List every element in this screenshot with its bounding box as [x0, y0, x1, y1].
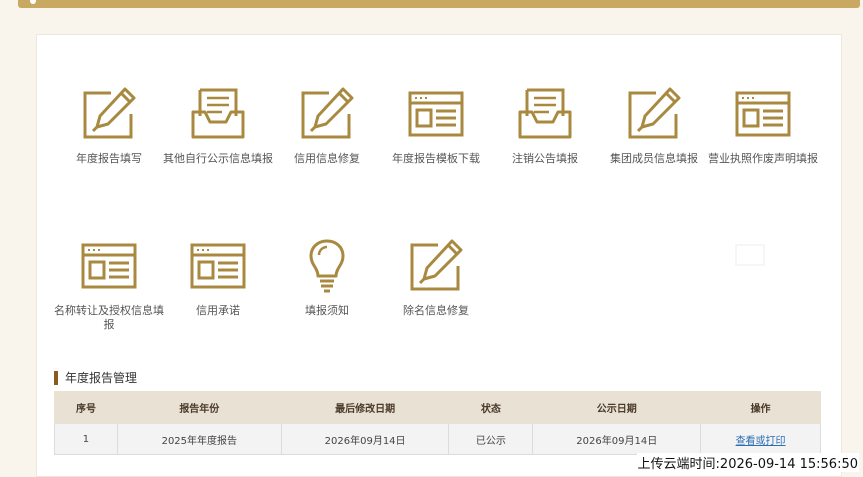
inbox-icon [191, 88, 245, 139]
lightbulb-icon [309, 239, 345, 293]
tile-label: 填报须知 [305, 304, 349, 317]
tile-label: 年度报告模板下载 [392, 152, 480, 165]
cell-status: 已公示 [448, 423, 534, 455]
tile-template-download[interactable]: 年度报告模板下载 [376, 86, 496, 166]
cell-published-date: 2026年09月14日 [532, 423, 702, 455]
tile-delisting-repair[interactable]: 除名信息修复 [376, 238, 496, 318]
cell-year: 2025年年度报告 [116, 423, 282, 455]
tile-license-void[interactable]: 营业执照作废声明填报 [703, 86, 823, 166]
cell-modified-date: 2026年09月14日 [280, 423, 450, 455]
window-icon [190, 243, 246, 289]
table-row: 1 2025年年度报告 2026年09月14日 已公示 2026年09月14日 … [54, 423, 821, 455]
tile-label: 名称转让及授权信息填报 [54, 304, 164, 331]
tile-filing-notes[interactable]: 填报须知 [267, 238, 387, 318]
tile-annual-report-fill[interactable]: 年度报告填写 [49, 86, 169, 166]
column-header: 操作 [700, 391, 821, 424]
edit-icon [410, 239, 463, 291]
tile-name-transfer[interactable]: 名称转让及授权信息填报 [49, 238, 169, 332]
tile-label: 除名信息修复 [403, 304, 469, 317]
view-print-link[interactable]: 查看或打印 [736, 436, 786, 447]
window-icon [81, 243, 137, 289]
tile-credit-commitment[interactable]: 信用承诺 [158, 238, 278, 318]
tile-label: 集团成员信息填报 [610, 152, 698, 165]
column-header: 最后修改日期 [280, 391, 450, 424]
tile-label: 其他自行公示信息填报 [163, 152, 273, 165]
annual-report-table: 序号 报告年份 最后修改日期 状态 公示日期 操作 1 2025年年度报告 20… [54, 391, 821, 455]
tile-group-members[interactable]: 集团成员信息填报 [594, 86, 714, 166]
edit-icon [83, 87, 136, 139]
cell-index: 1 [54, 423, 118, 455]
tile-label: 信用承诺 [196, 304, 240, 317]
inbox-icon [518, 88, 572, 139]
tile-credit-repair[interactable]: 信用信息修复 [267, 86, 387, 166]
window-icon [408, 91, 464, 137]
column-header: 公示日期 [532, 391, 702, 424]
window-icon [735, 91, 791, 137]
tile-label: 信用信息修复 [294, 152, 360, 165]
tile-label: 年度报告填写 [76, 152, 142, 165]
header-bar [18, 0, 860, 8]
column-header: 报告年份 [116, 391, 282, 424]
tile-label: 营业执照作废声明填报 [708, 152, 818, 165]
column-header: 状态 [448, 391, 534, 424]
tile-cancellation-notice[interactable]: 注销公告填报 [485, 86, 605, 166]
header-bar-mark [30, 0, 36, 4]
tile-other-disclosure[interactable]: 其他自行公示信息填报 [158, 86, 278, 166]
table-header-row: 序号 报告年份 最后修改日期 状态 公示日期 操作 [54, 391, 821, 424]
column-header: 序号 [54, 391, 118, 424]
upload-timestamp: 上传云端时间:2026-09-14 15:56:50 [636, 453, 859, 472]
faded-window-icon [735, 244, 765, 266]
edit-icon [628, 87, 681, 139]
section-title: 年度报告管理 [54, 371, 137, 385]
edit-icon [301, 87, 354, 139]
tile-label: 注销公告填报 [512, 152, 578, 165]
cell-action: 查看或打印 [700, 423, 821, 455]
